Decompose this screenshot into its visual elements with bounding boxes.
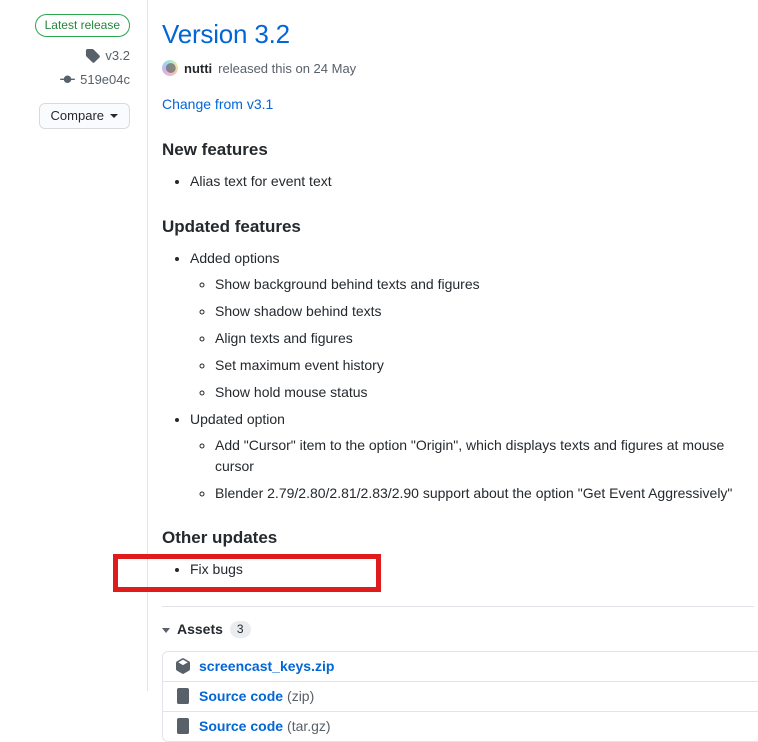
tag-icon [85, 48, 101, 64]
asset-format-label: (tar.gz) [287, 717, 331, 734]
compare-button-label: Compare [50, 108, 104, 123]
release-body: Version 3.2 nutti released this on 24 Ma… [162, 0, 758, 742]
release-page: Latest release v3.2 519e04c Compare Vers… [0, 0, 758, 742]
change-from-link-wrap: Change from v3.1 [162, 94, 758, 115]
list-item-label: Added options [190, 250, 280, 267]
list-item: Alias text for event text [190, 171, 758, 192]
sublist-added-options: Show background behind texts and figures… [190, 274, 758, 403]
commit-row[interactable]: 519e04c [0, 70, 130, 90]
release-title-link[interactable]: Version 3.2 [162, 19, 290, 49]
commit-hash: 519e04c [80, 71, 130, 87]
list-item: Show hold mouse status [215, 382, 758, 403]
asset-link[interactable]: Source code [199, 686, 283, 707]
file-zip-icon [175, 688, 191, 705]
list-item: Add "Cursor" item to the option "Origin"… [215, 435, 758, 477]
list-item: Updated option Add "Cursor" item to the … [190, 409, 758, 504]
release-byline: nutti released this on 24 May [162, 59, 758, 79]
avatar [162, 60, 178, 77]
section-heading-updated-features: Updated features [162, 217, 301, 237]
latest-release-badge: Latest release [34, 14, 130, 37]
assets-list: screencast_keys.zip Source code (zip) So… [162, 651, 758, 742]
assets-divider [162, 606, 754, 608]
package-icon [175, 658, 191, 675]
list-other-updates: Fix bugs [162, 559, 758, 580]
asset-format-label: (zip) [287, 687, 315, 704]
chevron-down-icon [162, 628, 170, 634]
assets-count-badge: 3 [229, 621, 251, 639]
tag-label: v3.2 [105, 48, 130, 63]
file-zip-icon [175, 718, 191, 735]
release-date-text: released this on 24 May [218, 60, 357, 76]
compare-button[interactable]: Compare [38, 103, 130, 129]
commit-icon [60, 72, 76, 87]
list-item: Show shadow behind texts [215, 301, 758, 322]
list-item: Added options Show background behind tex… [190, 248, 758, 403]
list-item: Show background behind texts and figures [215, 274, 758, 295]
sublist-updated-option: Add "Cursor" item to the option "Origin"… [190, 435, 758, 504]
asset-row-source-code-targz[interactable]: Source code (tar.gz) [163, 711, 758, 742]
list-item: Align texts and figures [215, 328, 758, 349]
release-sidebar: Latest release v3.2 519e04c Compare [0, 0, 147, 129]
list-item-label: Updated option [190, 411, 285, 428]
sidebar-divider [147, 0, 148, 691]
chevron-down-icon [110, 113, 118, 118]
assets-toggle[interactable]: Assets 3 [162, 619, 251, 640]
tag-row[interactable]: v3.2 [0, 46, 130, 66]
change-from-link[interactable]: Change from v3.1 [162, 96, 273, 112]
asset-link[interactable]: Source code [199, 716, 283, 737]
page-title[interactable]: Version 3.2 [162, 18, 758, 51]
section-heading-new-features: New features [162, 140, 268, 159]
list-item: Fix bugs [190, 559, 758, 580]
asset-row-screencast-keys-zip[interactable]: screencast_keys.zip [163, 652, 758, 682]
list-item: Set maximum event history [215, 355, 758, 376]
asset-link[interactable]: screencast_keys.zip [199, 656, 334, 677]
author-name[interactable]: nutti [184, 59, 212, 79]
list-new-features: Alias text for event text [162, 171, 758, 192]
section-heading-other-updates: Other updates [162, 528, 278, 548]
list-updated-features: Added options Show background behind tex… [162, 248, 758, 504]
assets-label: Assets [177, 621, 223, 638]
list-item: Blender 2.79/2.80/2.81/2.83/2.90 support… [215, 483, 758, 504]
